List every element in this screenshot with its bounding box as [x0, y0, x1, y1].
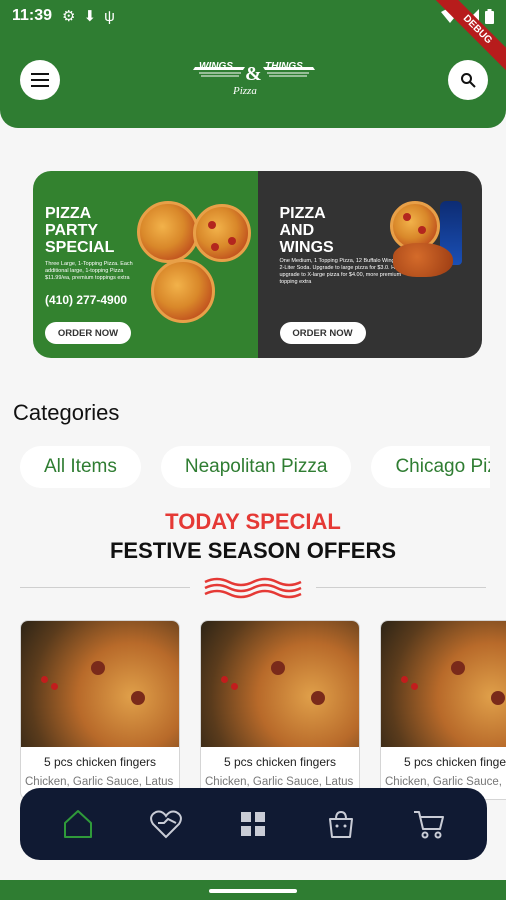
topping-image	[131, 691, 145, 705]
nav-bag[interactable]	[319, 802, 363, 846]
status-time: 11:39	[12, 7, 53, 24]
category-chip[interactable]: Chicago Pizza	[371, 446, 490, 488]
promo-phone: (410) 277-4900	[45, 293, 128, 307]
logo-amp-text: &	[245, 63, 262, 85]
battery-icon	[485, 8, 494, 24]
promo-description: One Medium, 1 Topping Pizza, 12 Buffalo …	[279, 258, 409, 285]
product-card[interactable]: 5 pcs chicken fingers Chicken, Garlic Sa…	[380, 620, 506, 800]
pepperoni-image	[228, 237, 236, 245]
product-description: Chicken, Garlic Sauce, Latus	[385, 776, 506, 788]
usb-icon: ψ	[104, 7, 115, 25]
home-icon	[63, 810, 92, 838]
pizza-image	[137, 201, 199, 263]
berry-image	[51, 683, 58, 690]
promo-party-special: PIZZA PARTY SPECIAL Three Large, 1-Toppi…	[33, 171, 258, 358]
nav-favorites[interactable]	[144, 802, 188, 846]
berry-image	[401, 676, 408, 683]
search-button[interactable]	[448, 60, 488, 100]
nav-home[interactable]	[56, 802, 100, 846]
favorites-icon	[149, 810, 182, 839]
topping-image	[311, 691, 325, 705]
order-now-button[interactable]: ORDER NOW	[45, 322, 131, 344]
product-description: Chicken, Garlic Sauce, Latus	[25, 776, 174, 788]
logo-wings-text: WINGS	[199, 61, 233, 72]
product-card[interactable]: 5 pcs chicken fingers Chicken, Garlic Sa…	[20, 620, 180, 800]
divider	[316, 587, 486, 588]
berry-image	[221, 676, 228, 683]
status-bar: 11:39 ⚙ ⬇ ψ	[0, 0, 506, 32]
topping-image	[451, 661, 465, 675]
topping-image	[91, 661, 105, 675]
categories-title: Categories	[13, 400, 120, 425]
pepperoni-image	[211, 243, 219, 251]
promo-description: Three Large, 1-Topping Pizza. Each addit…	[45, 261, 133, 281]
pepperoni-image	[208, 221, 216, 229]
product-image	[201, 621, 359, 747]
categories-icon	[241, 812, 266, 836]
wave-ornament-icon	[204, 577, 302, 599]
nav-cart[interactable]	[407, 802, 451, 846]
hamburger-icon	[31, 73, 49, 87]
search-icon	[461, 73, 476, 88]
wings-image	[392, 243, 453, 277]
pepperoni-image	[402, 213, 411, 221]
category-chips: All Items Neapolitan Pizza Chicago Pizza	[20, 446, 490, 488]
home-gesture-handle[interactable]	[209, 889, 297, 893]
product-name: 5 pcs chicken fingers	[223, 755, 337, 769]
promo-banner[interactable]: PIZZA PARTY SPECIAL Three Large, 1-Toppi…	[33, 171, 482, 358]
berry-image	[231, 683, 238, 690]
promo-title: PIZZA PARTY SPECIAL	[45, 205, 115, 256]
product-image	[21, 621, 179, 747]
pepperoni-image	[417, 226, 426, 234]
category-chip[interactable]: Neapolitan Pizza	[160, 446, 352, 488]
topping-image	[491, 691, 505, 705]
logo-things-text: THINGS	[265, 61, 303, 72]
promo-pizza-wings: PIZZA AND WINGS One Medium, 1 Topping Pi…	[257, 171, 482, 358]
topping-image	[271, 661, 285, 675]
product-list: 5 pcs chicken fingers Chicken, Garlic Sa…	[20, 620, 506, 800]
bottom-navigation	[20, 788, 487, 860]
berry-image	[41, 676, 48, 683]
divider	[20, 587, 190, 588]
pizza-image	[193, 204, 251, 262]
promo-title: PIZZA AND WINGS	[279, 205, 334, 256]
pizza-image	[151, 259, 215, 323]
category-chip[interactable]: All Items	[20, 446, 141, 488]
logo-pizza-text: Pizza	[232, 85, 257, 97]
bag-icon	[329, 810, 354, 838]
menu-button[interactable]	[20, 60, 60, 100]
download-icon: ⬇	[83, 8, 97, 25]
cart-icon	[414, 811, 445, 839]
settings-icon: ⚙	[62, 8, 76, 25]
order-now-button[interactable]: ORDER NOW	[279, 322, 366, 344]
product-image	[381, 621, 506, 747]
product-description: Chicken, Garlic Sauce, Latus	[205, 776, 354, 788]
today-special-heading: TODAY SPECIAL	[165, 509, 341, 534]
product-name: 5 pcs chicken fingers	[43, 755, 157, 769]
berry-image	[411, 683, 418, 690]
nav-categories[interactable]	[231, 802, 275, 846]
wings-things-logo: WINGS & THINGS Pizza	[193, 61, 315, 97]
product-card[interactable]: 5 pcs chicken fingers Chicken, Garlic Sa…	[200, 620, 360, 800]
product-name: 5 pcs chicken fingers	[403, 755, 506, 769]
festive-offers-heading: FESTIVE SEASON OFFERS	[109, 538, 397, 563]
